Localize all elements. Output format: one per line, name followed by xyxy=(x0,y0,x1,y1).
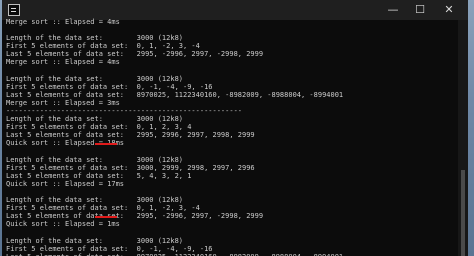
console-line: Last 5 elements of data set: 2995, 2996,… xyxy=(6,131,255,140)
close-button[interactable]: ✕ xyxy=(436,0,462,20)
console-line: First 5 elements of data set: 3000, 2999… xyxy=(6,163,255,172)
console-line: Merge sort :: Elapsed = 3ms xyxy=(6,98,120,107)
vertical-scrollbar[interactable] xyxy=(458,20,468,256)
highlight-underline-1ms xyxy=(95,216,117,218)
terminal-window: — ☐ ✕ Merge sort :: Elapsed = 4msLength … xyxy=(2,0,468,256)
console-line: Length of the data set: 3000 (12k8) xyxy=(6,115,184,124)
console-line: Last 5 elements of data set: 8970025, 11… xyxy=(6,90,344,99)
console-output[interactable]: Merge sort :: Elapsed = 4msLength of the… xyxy=(6,18,454,256)
console-icon xyxy=(8,4,20,16)
console-line: Last 5 elements of data set: 5, 4, 3, 2,… xyxy=(6,171,192,180)
console-line: Length of the data set: 3000 (12k8) xyxy=(6,74,184,83)
console-line: First 5 elements of data set: 0, -1, -4,… xyxy=(6,82,213,91)
console-line: Quick sort :: Elapsed = 1ms xyxy=(6,220,120,229)
maximize-button[interactable]: ☐ xyxy=(407,0,433,20)
console-line: Length of the data set: 3000 (12k8) xyxy=(6,34,184,43)
console-line: First 5 elements of data set: 0, 1, -2, … xyxy=(6,42,200,51)
console-line: Last 5 elements of data set: 2995, -2996… xyxy=(6,50,264,59)
console-line: Merge sort :: Elapsed = 4ms xyxy=(6,18,120,26)
title-bar[interactable]: — ☐ ✕ xyxy=(2,0,468,20)
scrollbar-thumb[interactable] xyxy=(461,170,465,256)
console-line: First 5 elements of data set: 0, 1, -2, … xyxy=(6,204,200,213)
console-line: Last 5 elements of data set: 2995, -2996… xyxy=(6,212,264,221)
console-line: ----------------------------------------… xyxy=(6,107,243,116)
console-line: Merge sort :: Elapsed = 4ms xyxy=(6,58,120,67)
highlight-underline-18ms xyxy=(95,143,117,145)
console-line: Length of the data set: 3000 (12k8) xyxy=(6,196,184,205)
console-line: First 5 elements of data set: 0, -1, -4,… xyxy=(6,244,213,253)
minimize-button[interactable]: — xyxy=(380,0,406,20)
console-line: Quick sort :: Elapsed = 18ms xyxy=(6,139,125,148)
console-line: Quick sort :: Elapsed = 17ms xyxy=(6,179,125,188)
console-line: First 5 elements of data set: 0, 1, 2, 3… xyxy=(6,123,192,132)
console-line: Length of the data set: 3000 (12k8) xyxy=(6,236,184,245)
console-line: Length of the data set: 3000 (12k8) xyxy=(6,155,184,164)
